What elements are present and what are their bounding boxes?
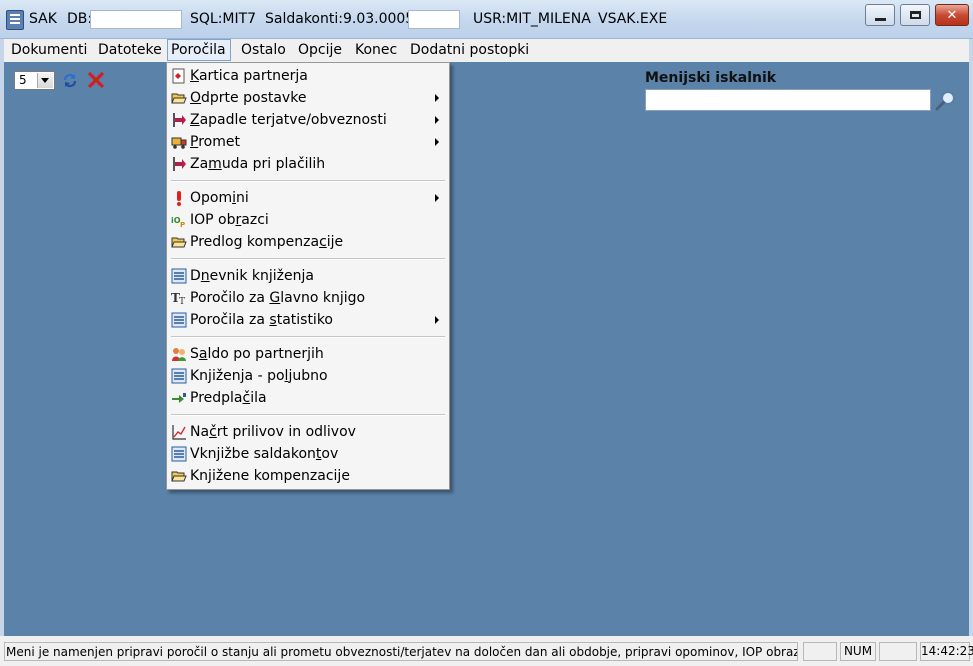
card-icon xyxy=(172,68,185,84)
svg-text:P: P xyxy=(180,221,185,228)
minimize-icon xyxy=(874,17,886,21)
iop-icon: iO P xyxy=(171,216,185,228)
db-value-box xyxy=(90,10,182,29)
folder-open-icon xyxy=(171,237,187,248)
blank-box xyxy=(408,10,460,29)
chevron-down-icon[interactable] xyxy=(37,73,53,88)
search-label: Menijski iskalnik xyxy=(645,70,777,86)
refresh-icon[interactable] xyxy=(61,71,79,89)
menu-konec[interactable]: Konec xyxy=(352,39,400,61)
exe-label: VSAK.EXE xyxy=(598,11,668,27)
submenu-arrow-icon xyxy=(435,116,439,124)
menu-ostalo[interactable]: Ostalo xyxy=(238,39,289,61)
menu-item-zapadle-terjatve[interactable]: Zapadle terjatve/obveznosti xyxy=(167,109,449,131)
close-icon: ✕ xyxy=(946,7,958,23)
status-clock: 14:42:23 xyxy=(920,642,973,661)
maximize-icon xyxy=(909,11,921,19)
user-label: USR:MIT_MILENA xyxy=(473,11,591,27)
menu-item-predplacila[interactable]: Predplačila xyxy=(167,387,449,409)
close-button[interactable]: ✕ xyxy=(935,4,969,26)
saldakonti-version: Saldakonti:9.03.0005 xyxy=(265,11,415,27)
menu-separator xyxy=(171,258,445,260)
arrow-flag-icon xyxy=(173,113,186,127)
menu-separator xyxy=(171,336,445,338)
main-client-area: 5 Menijski iskalnik xyxy=(4,62,969,636)
menu-item-zamuda-pri-placilih[interactable]: Zamuda pri plačilih xyxy=(167,153,449,175)
list-icon xyxy=(171,368,187,384)
status-num-lock: NUM xyxy=(840,642,876,661)
menu-bar: Dokumenti Datoteke Poročila Ostalo Opcij… xyxy=(4,39,969,62)
menu-separator xyxy=(171,414,445,416)
submenu-arrow-icon xyxy=(435,138,439,146)
list-icon xyxy=(171,446,187,462)
delete-icon[interactable] xyxy=(87,71,105,89)
menu-porocila[interactable]: Poročila xyxy=(167,39,231,61)
menu-opcije[interactable]: Opcije xyxy=(295,39,345,61)
menu-item-porocilo-glavna-knjiga[interactable]: TT Poročilo za Glavno knjigo xyxy=(167,287,449,309)
list-icon xyxy=(171,268,187,284)
db-label: DB: xyxy=(67,11,93,27)
text-tt-icon: TT xyxy=(171,291,185,306)
menu-item-saldo-po-partnerjih[interactable]: Saldo po partnerjih xyxy=(167,343,449,365)
menu-item-dnevnik-knjizenja[interactable]: Dnevnik knjiženja xyxy=(167,265,449,287)
submenu-arrow-icon xyxy=(435,316,439,324)
submenu-arrow-icon xyxy=(435,94,439,102)
menu-item-odprte-postavke[interactable]: Odprte postavke xyxy=(167,87,449,109)
arrow-flag-icon xyxy=(173,157,186,171)
menu-dodatni-postopki[interactable]: Dodatni postopki xyxy=(407,39,532,61)
menu-item-nacrt-prilivov[interactable]: Načrt prilivov in odlivov xyxy=(167,421,449,443)
sql-label: SQL:MIT7 xyxy=(190,11,257,27)
list-icon xyxy=(171,312,187,328)
menu-dokumenti[interactable]: Dokumenti xyxy=(8,39,90,61)
status-pane-blank-2 xyxy=(879,642,917,661)
people-icon xyxy=(172,348,186,361)
count-select-value: 5 xyxy=(19,73,27,87)
menu-item-kartica-partnerja[interactable]: Kartica partnerja xyxy=(167,65,449,87)
menu-item-predlog-kompenzacije[interactable]: Predlog kompenzacije xyxy=(167,231,449,253)
submenu-arrow-icon xyxy=(435,194,439,202)
menu-search-input[interactable] xyxy=(645,89,931,111)
exclamation-icon xyxy=(177,191,181,206)
status-pane-blank xyxy=(803,642,837,661)
truck-icon xyxy=(171,137,187,149)
title-bar: SAK DB: SQL:MIT7 Saldakonti:9.03.0005 US… xyxy=(0,0,973,39)
menu-item-knjizenja-poljubno[interactable]: Knjiženja - poljubno xyxy=(167,365,449,387)
menu-item-iop-obrazci[interactable]: iO P IOP obrazci xyxy=(167,209,449,231)
app-title: SAK xyxy=(29,11,57,27)
count-select[interactable]: 5 xyxy=(14,71,55,90)
minimize-button[interactable] xyxy=(865,4,895,26)
svg-text:T: T xyxy=(179,297,185,306)
menu-separator xyxy=(171,180,445,182)
window-frame-right xyxy=(969,39,973,666)
prepay-icon xyxy=(172,393,186,403)
maximize-button[interactable] xyxy=(900,4,930,26)
menu-item-promet[interactable]: Promet xyxy=(167,131,449,153)
folder-open-icon xyxy=(171,471,187,482)
status-bar: Meni je namenjen pripravi poročil o stan… xyxy=(0,636,973,666)
chart-icon xyxy=(172,425,186,440)
menu-item-vknjizbe-saldakontov[interactable]: Vknjižbe saldakontov xyxy=(167,443,449,465)
menu-item-porocila-za-statistiko[interactable]: Poročila za statistiko xyxy=(167,309,449,331)
menu-item-opomini[interactable]: Opomini xyxy=(167,187,449,209)
search-icon[interactable] xyxy=(934,89,958,111)
porocila-dropdown: Kartica partnerja Odprte postavke Zapadl… xyxy=(166,62,450,490)
menu-item-knjizene-kompenzacije[interactable]: Knjižene kompenzacije xyxy=(167,465,449,487)
app-icon[interactable] xyxy=(6,10,24,30)
status-message: Meni je namenjen pripravi poročil o stan… xyxy=(4,642,798,661)
folder-open-icon xyxy=(171,93,187,104)
menu-datoteke[interactable]: Datoteke xyxy=(95,39,165,61)
